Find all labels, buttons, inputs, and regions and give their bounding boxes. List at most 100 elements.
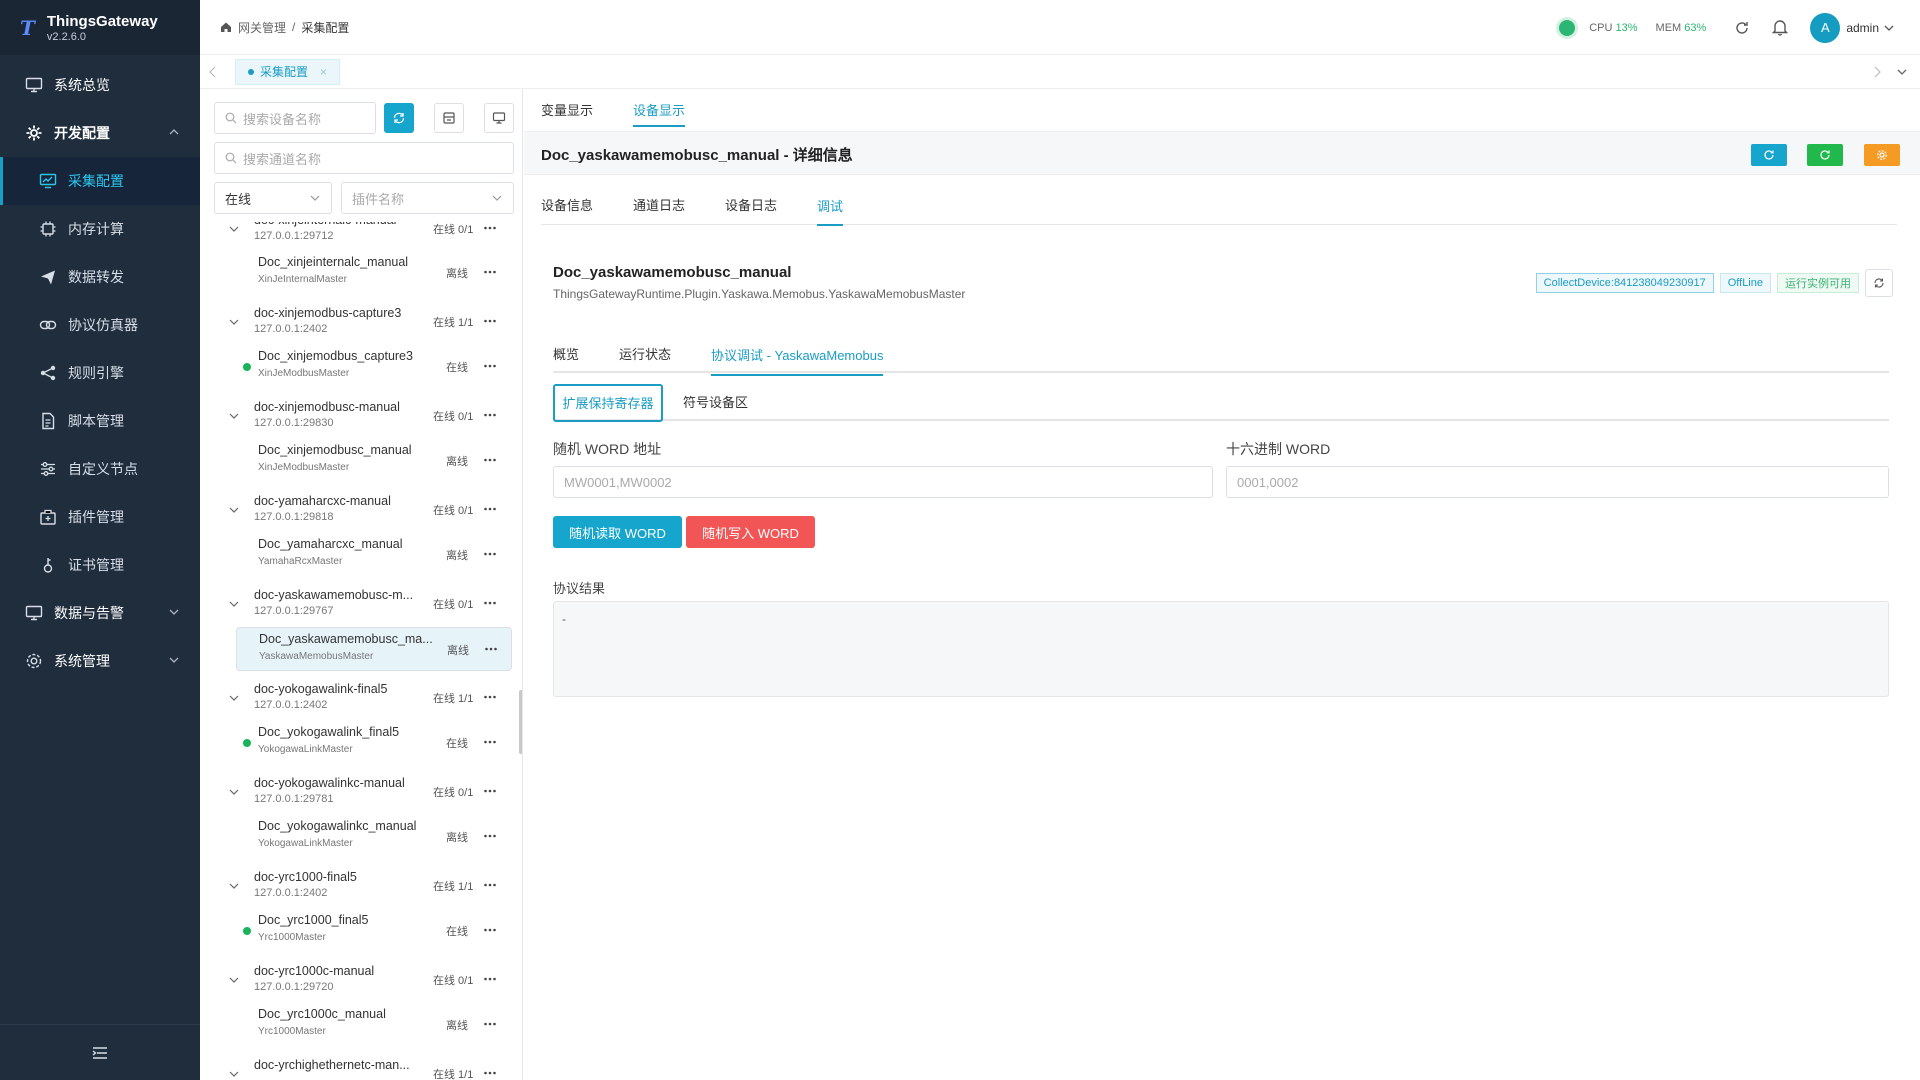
refresh-icon[interactable] xyxy=(1734,20,1750,36)
channel-node[interactable]: doc-yamaharcxc-manual 127.0.0.1:29818 在线… xyxy=(200,490,518,536)
tab-scroll-right-icon[interactable] xyxy=(1872,66,1882,78)
tab-extended-holding-register[interactable]: 扩展保持寄存器 xyxy=(553,383,663,422)
sidebar-group-data-alarm[interactable]: 数据与告警 xyxy=(0,589,200,637)
chevron-down-icon[interactable] xyxy=(228,223,240,235)
device-node[interactable]: Doc_yokogawalinkc_manual YokogawaLinkMas… xyxy=(236,815,512,859)
channel-node[interactable]: doc-yrc1000-final5 127.0.0.1:2402 在线 1/1 xyxy=(200,866,518,912)
address-input[interactable]: MW0001,MW0002 xyxy=(553,466,1213,498)
more-icon[interactable] xyxy=(483,408,497,422)
tab-device-display[interactable]: 设备显示 xyxy=(633,100,686,127)
status-filter-select[interactable]: 在线 xyxy=(214,182,332,214)
chevron-down-icon[interactable] xyxy=(228,880,240,892)
more-icon[interactable] xyxy=(483,829,497,843)
more-icon[interactable] xyxy=(483,359,497,373)
sidebar-item-data-forward[interactable]: 数据转发 xyxy=(0,253,200,301)
sidebar-item-rule-engine[interactable]: 规则引擎 xyxy=(0,349,200,397)
chevron-down-icon[interactable] xyxy=(228,504,240,516)
chevron-down-icon[interactable] xyxy=(228,1068,240,1080)
device-node[interactable]: Doc_yamaharcxc_manual YamahaRcxMaster 离线 xyxy=(236,533,512,577)
sidebar-item-cert-manage[interactable]: 证书管理 xyxy=(0,541,200,589)
more-icon[interactable] xyxy=(483,784,497,798)
refresh-button[interactable] xyxy=(1751,144,1787,166)
more-icon[interactable] xyxy=(484,642,498,656)
more-icon[interactable] xyxy=(483,735,497,749)
more-icon[interactable] xyxy=(483,453,497,467)
sidebar-group-dev-config[interactable]: 开发配置 xyxy=(0,109,200,157)
channel-node[interactable]: doc-yaskawamemobusc-m... 127.0.0.1:29767… xyxy=(200,584,518,630)
sidebar-item-script-manage[interactable]: 脚本管理 xyxy=(0,397,200,445)
sidebar-item-protocol-simulator[interactable]: 协议仿真器 xyxy=(0,301,200,349)
view-toggle-button[interactable] xyxy=(484,103,514,133)
device-node[interactable]: Doc_xinjemodbusc_manual XinJeModbusMaste… xyxy=(236,439,512,483)
close-icon[interactable]: × xyxy=(320,65,327,79)
plugin-filter-select[interactable]: 插件名称 xyxy=(341,182,514,214)
more-icon[interactable] xyxy=(483,1066,497,1080)
bell-icon[interactable] xyxy=(1772,19,1789,36)
search-channel-input[interactable]: 搜索通道名称 xyxy=(214,142,514,174)
refresh-button[interactable] xyxy=(384,103,414,133)
channel-node[interactable]: doc-xinjemodbus-capture3 127.0.0.1:2402 … xyxy=(200,302,518,348)
tab-protocol-debug[interactable]: 协议调试 - YaskawaMemobus xyxy=(711,345,884,376)
more-icon[interactable] xyxy=(483,972,497,986)
chevron-down-icon[interactable] xyxy=(228,598,240,610)
avatar[interactable]: A xyxy=(1810,12,1841,43)
channel-node[interactable]: doc-yokogawalinkc-manual 127.0.0.1:29781… xyxy=(200,772,518,818)
tree-scrollbar[interactable] xyxy=(519,690,522,754)
chevron-down-icon[interactable] xyxy=(228,316,240,328)
tab-symbol-device-area[interactable]: 符号设备区 xyxy=(683,392,748,411)
sidebar-item-memory-compute[interactable]: 内存计算 xyxy=(0,205,200,253)
more-icon[interactable] xyxy=(483,222,497,235)
channel-node[interactable]: doc-yokogawalink-final5 127.0.0.1:2402 在… xyxy=(200,678,518,724)
restart-button[interactable] xyxy=(1807,144,1843,166)
tab-variable-display[interactable]: 变量显示 xyxy=(541,100,593,119)
sidebar-item-custom-node[interactable]: 自定义节点 xyxy=(0,445,200,493)
tab-overview[interactable]: 概览 xyxy=(553,344,579,363)
channel-node[interactable]: doc-yrchighethernetc-man... 在线 1/1 xyxy=(200,1054,518,1080)
device-node[interactable]: Doc_xinjeinternalc_manual XinJeInternalM… xyxy=(236,251,512,295)
chevron-down-icon[interactable] xyxy=(228,786,240,798)
device-node[interactable]: Doc_yrc1000c_manual Yrc1000Master 离线 xyxy=(236,1003,512,1047)
sidebar-item-overview[interactable]: 系统总览 xyxy=(0,61,200,109)
user-name[interactable]: admin xyxy=(1846,21,1879,35)
sidebar-item-collect-config[interactable]: 采集配置 xyxy=(0,157,200,205)
device-node-selected[interactable]: Doc_yaskawamemobusc_ma... YaskawaMemobus… xyxy=(236,627,512,671)
more-icon[interactable] xyxy=(483,878,497,892)
tab-debug[interactable]: 调试 xyxy=(817,196,844,226)
tab-menu-chevron-icon[interactable] xyxy=(1896,66,1908,78)
sidebar-item-plugin-manage[interactable]: 插件管理 xyxy=(0,493,200,541)
more-icon[interactable] xyxy=(483,690,497,704)
export-button[interactable] xyxy=(434,103,464,133)
more-icon[interactable] xyxy=(483,265,497,279)
chevron-down-icon[interactable] xyxy=(228,692,240,704)
device-node[interactable]: Doc_xinjemodbus_capture3 XinJeModbusMast… xyxy=(236,345,512,389)
random-read-button[interactable]: 随机读取 WORD xyxy=(553,516,682,548)
chevron-down-icon[interactable] xyxy=(228,410,240,422)
more-icon[interactable] xyxy=(483,596,497,610)
hex-word-input[interactable]: 0001,0002 xyxy=(1226,466,1889,498)
channel-node[interactable]: doc-xinjemodbusc-manual 127.0.0.1:29830 … xyxy=(200,396,518,442)
channel-node[interactable]: doc-yrc1000c-manual 127.0.0.1:29720 在线 0… xyxy=(200,960,518,1006)
device-node[interactable]: Doc_yokogawalink_final5 YokogawaLinkMast… xyxy=(236,721,512,765)
chevron-down-icon[interactable] xyxy=(1883,22,1895,34)
tab-scroll-left-icon[interactable] xyxy=(208,66,218,78)
settings-button[interactable] xyxy=(1864,144,1900,166)
more-icon[interactable] xyxy=(483,547,497,561)
more-icon[interactable] xyxy=(483,923,497,937)
search-device-input[interactable]: 搜索设备名称 xyxy=(214,102,376,134)
tab-device-log[interactable]: 设备日志 xyxy=(725,195,777,214)
more-icon[interactable] xyxy=(483,314,497,328)
result-output[interactable]: - xyxy=(553,601,1889,697)
sidebar-collapse-button[interactable] xyxy=(0,1024,200,1080)
device-refresh-button[interactable] xyxy=(1865,269,1893,297)
tab-device-info[interactable]: 设备信息 xyxy=(541,195,593,214)
breadcrumb-item[interactable]: 网关管理 xyxy=(238,19,286,36)
tab-channel-log[interactable]: 通道日志 xyxy=(633,195,685,214)
more-icon[interactable] xyxy=(483,502,497,516)
sidebar-group-system-manage[interactable]: 系统管理 xyxy=(0,637,200,685)
tab-collect-config[interactable]: 采集配置 × xyxy=(235,58,341,85)
tab-run-status[interactable]: 运行状态 xyxy=(619,344,671,363)
chevron-down-icon[interactable] xyxy=(228,974,240,986)
device-node[interactable]: Doc_yrc1000_final5 Yrc1000Master 在线 xyxy=(236,909,512,953)
more-icon[interactable] xyxy=(483,1017,497,1031)
random-write-button[interactable]: 随机写入 WORD xyxy=(686,516,815,548)
